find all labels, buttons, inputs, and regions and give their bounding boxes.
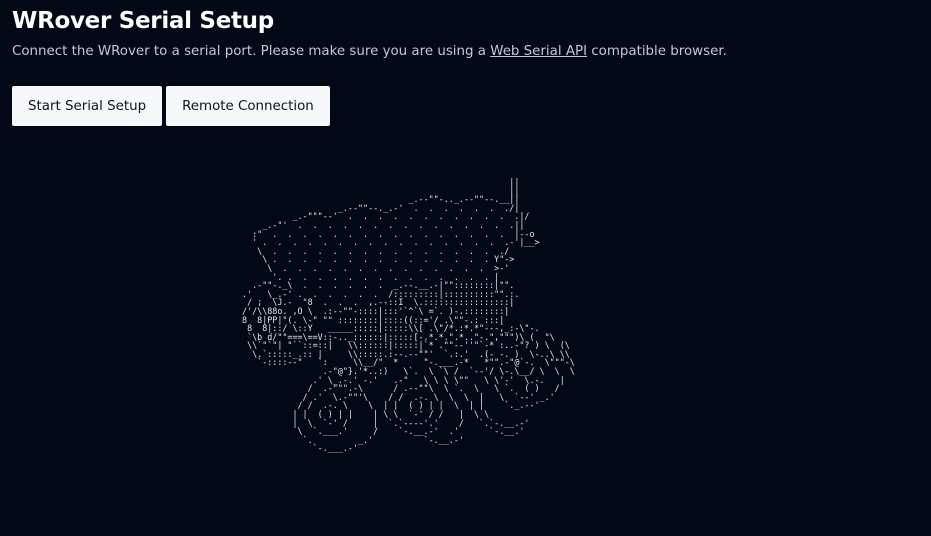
rover-ascii-art-icon: || || _.--""-.._.--""--.__|| _.--""--._.… xyxy=(242,177,575,454)
web-serial-api-link[interactable]: Web Serial API xyxy=(490,44,587,59)
start-serial-setup-button[interactable]: Start Serial Setup xyxy=(12,86,163,126)
description-text-before: Connect the WRover to a serial port. Ple… xyxy=(12,44,491,59)
page-title: WRover Serial Setup xyxy=(12,8,274,34)
remote-connection-button[interactable]: Remote Connection xyxy=(166,86,330,126)
description-text-after: compatible browser. xyxy=(587,44,727,59)
action-buttons: Start Serial Setup Remote Connection xyxy=(12,86,330,126)
page-description: Connect the WRover to a serial port. Ple… xyxy=(12,44,727,59)
